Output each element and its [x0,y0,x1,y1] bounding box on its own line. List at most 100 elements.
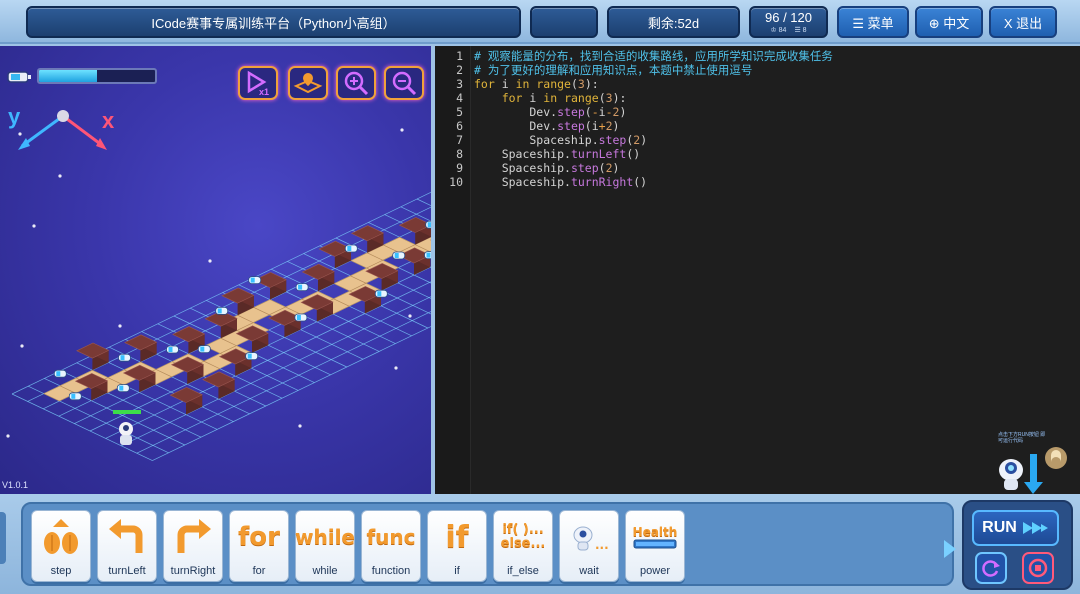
energy-capsule [197,345,211,354]
code-line[interactable]: 6 Dev.step(i+2) [435,119,1080,133]
stop-icon [1028,558,1048,578]
line-number: 8 [456,147,463,161]
if-else-glyph-top: if( )... [502,522,544,538]
block-if[interactable]: if if [427,510,487,582]
language-button[interactable]: ⊕ 中文 [915,6,983,38]
block-while[interactable]: while while [295,510,355,582]
block-power[interactable]: Health power [625,510,685,582]
energy-capsule [425,220,431,229]
code-text: for i in range(3): [474,77,599,91]
robot-dev [113,410,141,445]
code-line[interactable]: 3 for i in range(3): [435,77,1080,91]
reset-view-icon: x1 [247,70,269,96]
capsule-core [217,308,222,314]
energy-capsule [166,345,179,354]
code-line[interactable]: 1 # 观察能量的分布，找到合适的收集路线，应用所学知识完成收集任务 [435,49,1080,63]
energy-capsule [424,251,431,259]
run-button-label: RUN [982,519,1017,536]
code-text: for i in range(3): [501,91,627,105]
capsule-core [120,355,125,361]
axis-x-label: x [102,108,115,133]
block-turn-left[interactable]: turnLeft [97,510,157,582]
remaining-time-text: 剩余:52d [647,15,700,31]
stop-button[interactable] [1022,552,1054,584]
code-line[interactable]: 8 Spaceship.turnLeft() [435,147,1080,161]
run-button[interactable]: RUN [972,510,1059,546]
star [394,366,398,370]
capsule-core [426,252,431,258]
code-line[interactable]: 4 for i in range(3): [435,91,1080,105]
energy-bar-fill [39,70,97,82]
capsule-body [248,276,262,285]
map-icon [293,73,323,94]
exit-button-label: X 退出 [1003,15,1043,31]
capsule-body [245,352,259,361]
line-number: 6 [456,119,463,133]
code-text: Spaceship.step(2) [474,161,620,175]
capsule-core [56,371,61,377]
capsule-core [427,222,431,228]
code-line[interactable]: 9 Spaceship.step(2) [435,161,1080,175]
palette-scroll-right-icon[interactable] [944,540,956,558]
block-for[interactable]: for for [229,510,289,582]
menu-button-label: ☰ 菜单 [852,15,894,31]
zoom-out-button[interactable] [384,66,424,100]
code-line[interactable]: 10 Spaceship.turnRight() [435,175,1080,189]
zoom-in-button[interactable] [336,66,376,100]
code-line[interactable]: 7 Spaceship.step(2) [435,133,1080,147]
run-controls: RUN [962,500,1073,590]
code-line[interactable]: 2 # 为了更好的理解和应用知识点，本题中禁止使用逗号 [435,63,1080,77]
platform-title-text: ICode赛事专属训练平台（Python小高组） [151,15,396,31]
language-button-label: ⊕ 中文 [928,15,970,31]
wait-glyph: ... [595,538,609,552]
star [32,224,36,228]
score-value: 96 / 120 [765,9,812,25]
wall-block [76,342,110,371]
energy-capsule [68,392,82,401]
reset-view-button[interactable]: x1 [238,66,278,100]
block-step-label: step [50,565,72,577]
block-power-label: power [640,565,670,577]
star [6,434,10,438]
line-number: 2 [456,63,463,77]
code-text: Dev.step(i+2) [474,119,620,133]
game-scene[interactable]: y x x1 V1.0.1 [0,46,431,494]
energy-capsule [118,353,131,362]
star [408,314,412,318]
reset-button[interactable] [975,552,1007,584]
svg-text:x1: x1 [259,87,269,96]
capsule-core [347,246,352,251]
refresh-icon [982,560,1000,577]
func-glyph: func [366,525,416,549]
block-for-label: for [252,565,266,577]
axis-y-label: y [8,104,21,129]
block-turn-right[interactable]: turnRight [163,510,223,582]
list-icon: ☰ 8 [794,26,807,34]
while-glyph: while [295,525,355,549]
capsule-body [53,369,67,378]
wall-block [169,387,203,415]
exit-button[interactable]: X 退出 [989,6,1057,38]
star [58,174,62,178]
line-number: 9 [456,161,463,175]
code-text: Spaceship.turnLeft() [474,147,641,161]
code-text: # 为了更好的理解和应用知识点，本题中禁止使用逗号 [474,63,753,77]
helper-robot [999,447,1067,494]
code-blocks-palette: step turnLeft turnRight for for while wh… [21,502,954,586]
capsule-core [247,353,252,359]
map-button[interactable] [288,66,328,100]
capsule-core [200,346,205,352]
energy-capsule [215,306,229,315]
capsule-core [394,253,399,258]
code-editor[interactable]: 1 # 观察能量的分布，找到合适的收集路线，应用所学知识完成收集任务 2 # 为了更好… [435,46,1080,494]
helper-hint: 点击下方RUN按钮 即可运行代码 [998,432,1046,444]
block-wait[interactable]: ... wait [559,510,619,582]
menu-button[interactable]: ☰ 菜单 [837,6,909,38]
block-if-else[interactable]: if( )... else... if_else [493,510,553,582]
capsule-core [168,347,173,352]
block-function[interactable]: func function [361,510,421,582]
block-step[interactable]: step [31,510,91,582]
code-line[interactable]: 5 Dev.step(-i-2) [435,105,1080,119]
energy-capsule [392,251,406,260]
line-number: 10 [449,175,463,189]
